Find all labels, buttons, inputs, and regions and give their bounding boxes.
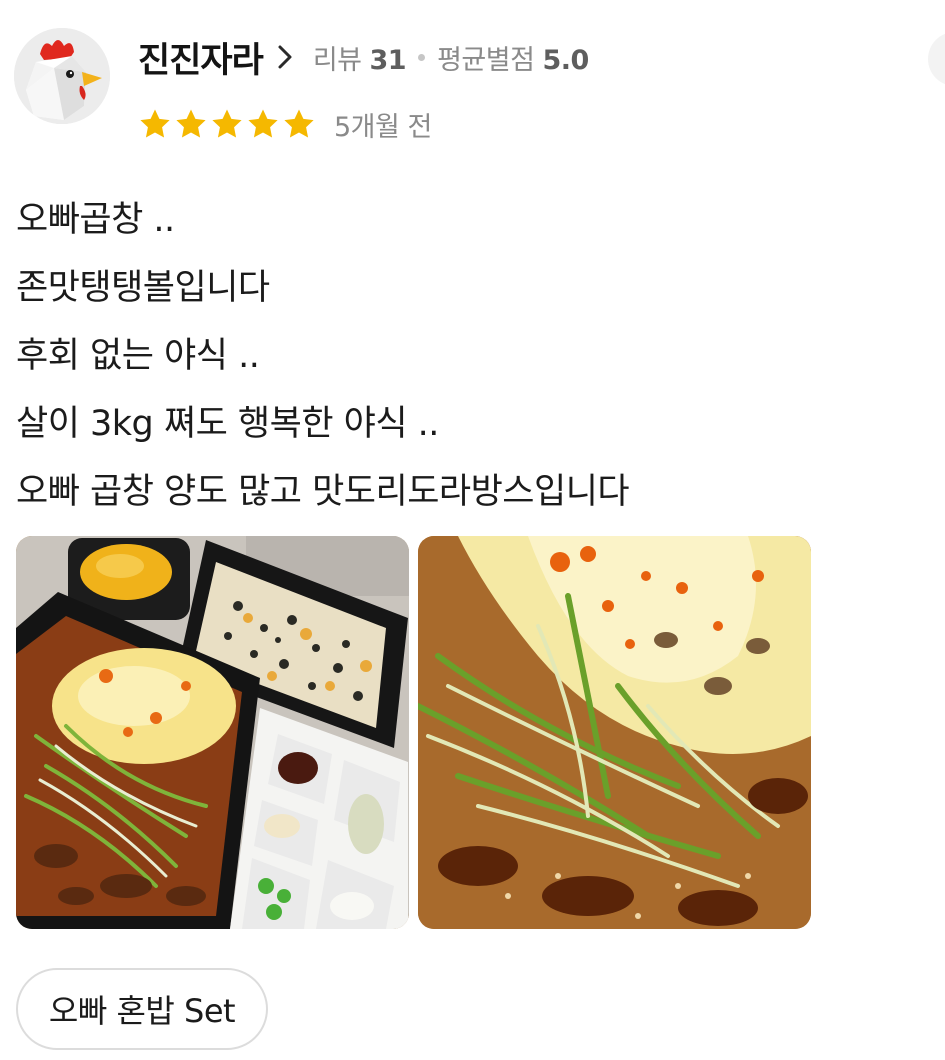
review-line: 존맛탱탱볼입니다 (16, 268, 270, 308)
star-icon (176, 109, 206, 138)
chevron-right-icon[interactable] (277, 44, 293, 70)
star-icon (248, 109, 278, 138)
average-rating-label: 평균별점 (437, 44, 535, 76)
average-rating-value: 5.0 (542, 44, 589, 76)
review-text: 오빠곱창 .. 존맛탱탱볼입니다 후회 없는 야식 .. 살이 3kg 쪄도 행… (16, 186, 916, 526)
review-line: 오빠 곱창 양도 많고 맛도리도라방스입니다 (16, 472, 630, 512)
ordered-menu-chip[interactable]: 오빠 혼밥 Set (16, 968, 268, 1050)
review-time-ago: 5개월 전 (334, 111, 432, 143)
review-photo[interactable] (16, 536, 409, 929)
review-line: 후회 없는 야식 .. (16, 336, 260, 376)
separator-dot (418, 53, 426, 61)
chicken-avatar-icon (14, 28, 110, 124)
review-line: 오빠곱창 .. (16, 200, 175, 240)
reviewer-avatar[interactable] (14, 28, 110, 124)
review-line: 살이 3kg 쪄도 행복한 야식 .. (16, 404, 439, 444)
review-photo[interactable] (418, 536, 811, 929)
more-button[interactable] (928, 32, 945, 86)
star-rating (138, 107, 316, 141)
star-icon (284, 109, 314, 138)
review-count-label: 리뷰 (312, 44, 362, 76)
star-icon (140, 109, 170, 138)
average-rating: 평균별점 5.0 (437, 38, 589, 77)
review-count-value: 31 (369, 44, 407, 76)
reviewer-nickname[interactable]: 진진자라 (138, 32, 264, 83)
review-count: 리뷰 31 (312, 38, 407, 77)
reviewer-header: 진진자라 리뷰 31 평균별점 5.0 (138, 30, 589, 84)
star-icon (212, 109, 242, 138)
rating-row: 5개월 전 (138, 104, 432, 144)
